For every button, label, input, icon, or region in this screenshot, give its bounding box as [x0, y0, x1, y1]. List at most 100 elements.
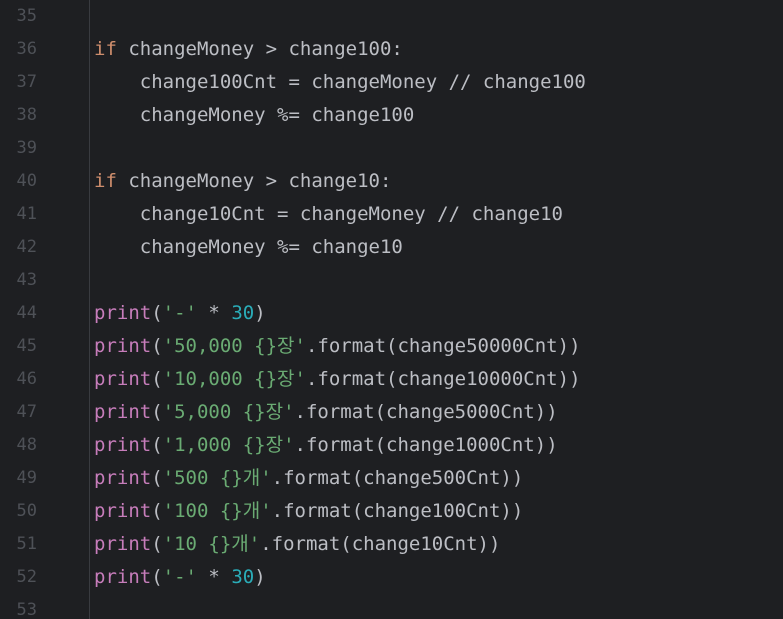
- code-line[interactable]: 36 if changeMoney > change100:: [0, 33, 783, 66]
- code-token: (: [151, 335, 163, 357]
- code-token: print: [94, 533, 152, 555]
- code-token: '10,000 {}장': [162, 368, 306, 390]
- line-code: print('-' * 30): [94, 561, 266, 594]
- code-line[interactable]: 40 if changeMoney > change10:: [0, 165, 783, 198]
- line-number: 38: [16, 105, 37, 125]
- line-number: 52: [16, 567, 37, 587]
- line-number: 50: [16, 501, 37, 521]
- line-code: change100Cnt = changeMoney // change100: [94, 66, 586, 99]
- code-token: '100 {}개': [162, 500, 272, 522]
- code-token: '5,000 {}장': [162, 401, 295, 423]
- code-token: changeMoney %= change100: [94, 104, 415, 126]
- code-editor[interactable]: 35 36 if changeMoney > change100: 37 change…: [0, 0, 783, 619]
- line-number: 53: [16, 600, 37, 619]
- code-token: '-': [162, 302, 197, 324]
- code-token: print: [94, 401, 152, 423]
- line-code: print('5,000 {}장'.format(change5000Cnt)): [94, 396, 558, 429]
- code-token: *: [196, 302, 232, 324]
- code-token: .format(change500Cnt)): [271, 467, 524, 489]
- code-token: if: [94, 170, 117, 192]
- code-token: print: [94, 434, 152, 456]
- line-number: 35: [16, 6, 37, 26]
- code-token: change100Cnt = changeMoney // change100: [94, 71, 586, 93]
- code-line[interactable]: 42 changeMoney %= change10: [0, 231, 783, 264]
- code-token: .format(change50000Cnt)): [305, 335, 581, 357]
- code-line[interactable]: 47 print('5,000 {}장'.format(change5000Cnt…: [0, 396, 783, 429]
- line-code: print('10 {}개'.format(change10Cnt)): [94, 528, 500, 561]
- code-token: '-': [162, 566, 197, 588]
- line-number: 49: [16, 468, 37, 488]
- line-number: 47: [16, 402, 37, 422]
- code-token: '500 {}개': [162, 467, 272, 489]
- code-line[interactable]: 35: [0, 0, 783, 33]
- line-number: 45: [16, 336, 37, 356]
- line-number: 42: [16, 237, 37, 257]
- code-token: '10 {}개': [162, 533, 261, 555]
- code-line[interactable]: 52 print('-' * 30): [0, 561, 783, 594]
- line-number: 44: [16, 303, 37, 323]
- code-token: .format(change100Cnt)): [271, 500, 524, 522]
- line-code: print('100 {}개'.format(change100Cnt)): [94, 495, 523, 528]
- code-line[interactable]: 45 print('50,000 {}장'.format(change50000C…: [0, 330, 783, 363]
- code-token: .format(change10Cnt)): [260, 533, 501, 555]
- code-line[interactable]: 50 print('100 {}개'.format(change100Cnt)): [0, 495, 783, 528]
- code-token: (: [151, 566, 163, 588]
- code-token: .format(change10000Cnt)): [305, 368, 581, 390]
- code-token: (: [151, 467, 163, 489]
- code-line[interactable]: 44 print('-' * 30): [0, 297, 783, 330]
- line-number: 41: [16, 204, 37, 224]
- code-token: print: [94, 302, 152, 324]
- code-line[interactable]: 53: [0, 594, 783, 619]
- code-line[interactable]: 37 change100Cnt = changeMoney // change1…: [0, 66, 783, 99]
- line-number: 39: [16, 138, 37, 158]
- code-token: print: [94, 368, 152, 390]
- code-token: (: [151, 368, 163, 390]
- code-token: (: [151, 500, 163, 522]
- code-token: changeMoney %= change10: [94, 236, 403, 258]
- code-token: 30: [231, 302, 255, 324]
- code-token: '1,000 {}장': [162, 434, 295, 456]
- code-token: print: [94, 500, 152, 522]
- line-number: 48: [16, 435, 37, 455]
- line-number: 51: [16, 534, 37, 554]
- code-line[interactable]: 39: [0, 132, 783, 165]
- code-token: (: [151, 302, 163, 324]
- code-token: ): [254, 566, 266, 588]
- code-line[interactable]: 38 changeMoney %= change100: [0, 99, 783, 132]
- line-code: if changeMoney > change10:: [94, 165, 391, 198]
- line-code: print('-' * 30): [94, 297, 266, 330]
- code-token: .format(change1000Cnt)): [294, 434, 558, 456]
- code-token: print: [94, 467, 152, 489]
- code-line[interactable]: 43: [0, 264, 783, 297]
- code-token: .format(change5000Cnt)): [294, 401, 558, 423]
- code-token: if: [94, 38, 117, 60]
- code-token: changeMoney > change100:: [116, 38, 403, 60]
- code-token: print: [94, 566, 152, 588]
- code-line[interactable]: 49 print('500 {}개'.format(change500Cnt)): [0, 462, 783, 495]
- line-code: print('50,000 {}장'.format(change50000Cnt…: [94, 330, 581, 363]
- line-code: changeMoney %= change10: [94, 231, 403, 264]
- code-line[interactable]: 46 print('10,000 {}장'.format(change10000C…: [0, 363, 783, 396]
- code-token: print: [94, 335, 152, 357]
- code-line[interactable]: 51 print('10 {}개'.format(change10Cnt)): [0, 528, 783, 561]
- line-number: 43: [16, 270, 37, 290]
- line-number: 37: [16, 72, 37, 92]
- code-token: ): [254, 302, 266, 324]
- code-token: 30: [231, 566, 255, 588]
- line-number: 36: [16, 39, 37, 59]
- line-code: print('500 {}개'.format(change500Cnt)): [94, 462, 523, 495]
- code-token: change10Cnt = changeMoney // change10: [94, 203, 563, 225]
- line-code: print('1,000 {}장'.format(change1000Cnt)): [94, 429, 558, 462]
- code-token: '50,000 {}장': [162, 335, 306, 357]
- code-token: changeMoney > change10:: [116, 170, 392, 192]
- code-line[interactable]: 41 change10Cnt = changeMoney // change10: [0, 198, 783, 231]
- line-code: change10Cnt = changeMoney // change10: [94, 198, 563, 231]
- line-code: print('10,000 {}장'.format(change10000Cnt…: [94, 363, 581, 396]
- line-code: if changeMoney > change100:: [94, 33, 403, 66]
- line-number: 40: [16, 171, 37, 191]
- code-line[interactable]: 48 print('1,000 {}장'.format(change1000Cnt…: [0, 429, 783, 462]
- line-code: changeMoney %= change100: [94, 99, 415, 132]
- code-token: (: [151, 401, 163, 423]
- code-token: *: [196, 566, 232, 588]
- code-token: (: [151, 533, 163, 555]
